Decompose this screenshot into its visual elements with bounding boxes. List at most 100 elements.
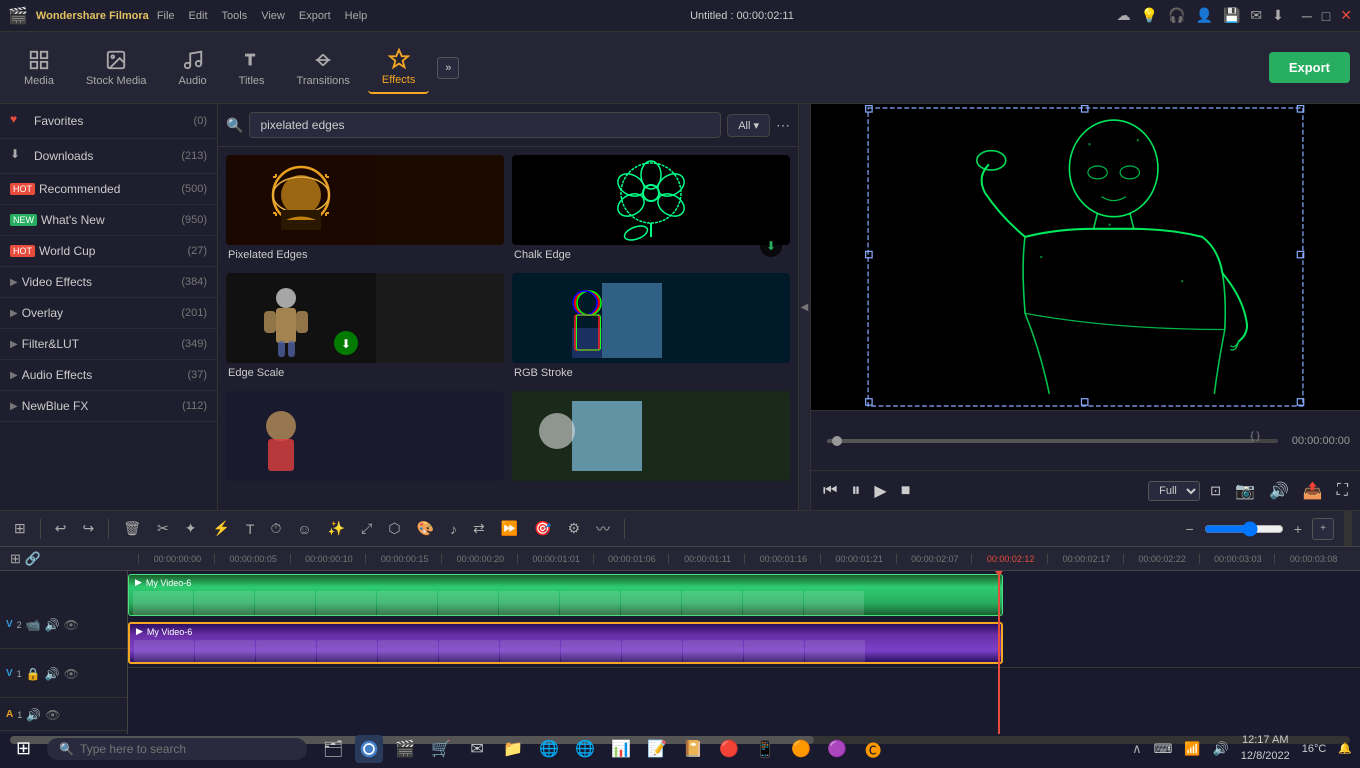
- effects-btn[interactable]: ✨: [322, 516, 351, 541]
- add-track-btn[interactable]: ⊞: [10, 551, 21, 567]
- taskbar-network-icon[interactable]: 📶: [1184, 741, 1200, 757]
- track-a1-eye-icon[interactable]: 👁: [45, 708, 60, 722]
- taskbar-app-misc3[interactable]: 🟠: [787, 735, 815, 763]
- pip-button[interactable]: ⊡: [1206, 479, 1225, 503]
- mask-btn[interactable]: ⬡: [382, 516, 406, 541]
- stabilize-btn[interactable]: 🎯: [528, 516, 557, 541]
- play-button[interactable]: ▶: [870, 477, 890, 505]
- taskbar-app-word[interactable]: 📝: [643, 735, 671, 763]
- time-btn[interactable]: ⏱: [264, 516, 287, 541]
- redo-btn[interactable]: ↪: [76, 516, 100, 541]
- resize-btn[interactable]: ⤢: [355, 516, 378, 541]
- text-btn[interactable]: T: [240, 517, 261, 541]
- taskbar-app-widgets[interactable]: 🗂: [319, 735, 347, 763]
- sidebar-item-downloads[interactable]: ⬇ Downloads (213): [0, 139, 217, 174]
- pause-button[interactable]: ⏸: [847, 476, 864, 505]
- effect-pixelated-edges[interactable]: Pixelated Edges: [226, 155, 504, 265]
- search-input[interactable]: [249, 112, 721, 138]
- taskbar-app-misc1[interactable]: 🔴: [715, 735, 743, 763]
- menu-view[interactable]: View: [261, 10, 285, 22]
- split-btn[interactable]: ⚡: [206, 516, 235, 541]
- taskbar-app-explorer[interactable]: 📁: [499, 735, 527, 763]
- sidebar-item-whats-new[interactable]: NEW What's New (950): [0, 205, 217, 236]
- track-a1-audio-icon[interactable]: 🔊: [26, 708, 41, 722]
- menu-export[interactable]: Export: [299, 10, 331, 22]
- taskbar-volume-icon[interactable]: 🔊: [1213, 741, 1229, 757]
- transition-btn[interactable]: ⇄: [467, 516, 491, 541]
- ai-effects-btn[interactable]: ⚙: [562, 516, 587, 541]
- snapshot-button[interactable]: 📷: [1231, 477, 1259, 505]
- taskbar-app-store[interactable]: 🛒: [427, 735, 455, 763]
- headset-icon[interactable]: 🎧: [1168, 7, 1185, 24]
- taskbar-app-filmora[interactable]: 🎬: [391, 735, 419, 763]
- layout-view-btn[interactable]: ⊞: [8, 516, 32, 541]
- taskbar-app-chrome[interactable]: 🌐: [535, 735, 563, 763]
- export-button[interactable]: Export: [1269, 52, 1350, 83]
- more-options-btn[interactable]: ⋯: [776, 117, 790, 134]
- timeline-playhead[interactable]: [998, 571, 1000, 734]
- taskbar-notification-icon[interactable]: 🔔: [1338, 742, 1352, 755]
- effect-edge-scale[interactable]: ⬇ Edge Scale: [226, 273, 504, 383]
- volume-button[interactable]: 🔊: [1265, 477, 1293, 505]
- tab-audio[interactable]: Audio: [165, 43, 221, 93]
- cloud-icon[interactable]: ☁: [1117, 7, 1131, 24]
- sidebar-item-overlay[interactable]: ▶ Overlay (201): [0, 298, 217, 329]
- sidebar-item-newblue-fx[interactable]: ▶ NewBlue FX (112): [0, 391, 217, 422]
- fit-timeline-btn[interactable]: +: [1312, 518, 1334, 540]
- taskbar-clock[interactable]: 12:17 AM 12/8/2022: [1241, 733, 1290, 764]
- track-v2-eye-icon[interactable]: 👁: [64, 618, 79, 632]
- track-v1-audio-icon[interactable]: 🔊: [45, 667, 60, 681]
- render-button[interactable]: 📤: [1299, 477, 1327, 505]
- undo-btn[interactable]: ↩: [49, 516, 73, 541]
- color-btn[interactable]: 🎨: [411, 516, 440, 541]
- minimize-btn[interactable]: ─: [1302, 8, 1312, 24]
- taskbar-app-misc4[interactable]: 🟣: [823, 735, 851, 763]
- track-v1-eye-icon[interactable]: 👁: [64, 667, 79, 681]
- close-btn[interactable]: ✕: [1340, 7, 1352, 24]
- maximize-btn[interactable]: □: [1322, 8, 1330, 24]
- tab-effects[interactable]: Effects: [368, 42, 429, 94]
- timeline-clip-v2[interactable]: ▶ My Video-6: [128, 574, 1003, 616]
- taskbar-app-excel[interactable]: 📊: [607, 735, 635, 763]
- taskbar-search[interactable]: 🔍: [47, 738, 307, 760]
- effect-5[interactable]: [226, 391, 504, 489]
- effect-chalk-edge[interactable]: ⬇ Chalk Edge: [512, 155, 790, 265]
- taskbar-app-cortana[interactable]: [355, 735, 383, 763]
- audio-btn[interactable]: ♪: [444, 517, 463, 541]
- delete-btn[interactable]: 🗑: [117, 516, 147, 541]
- menu-edit[interactable]: Edit: [189, 10, 208, 22]
- track-v1-lock-icon[interactable]: 🔒: [26, 667, 41, 681]
- sidebar-item-video-effects[interactable]: ▶ Video Effects (384): [0, 267, 217, 298]
- fullscreen-button[interactable]: ⛶: [1333, 478, 1352, 504]
- playback-slider[interactable]: { }: [827, 439, 1278, 443]
- link-track-btn[interactable]: 🔗: [25, 551, 41, 567]
- taskbar-app-misc5[interactable]: 🅒: [859, 735, 887, 763]
- zoom-in-btn[interactable]: +: [1288, 517, 1308, 541]
- expand-tabs-btn[interactable]: »: [437, 57, 459, 79]
- filter-button[interactable]: All ▾: [727, 114, 770, 137]
- tab-media[interactable]: Media: [10, 43, 68, 93]
- timeline-tracks-content[interactable]: ▶ My Video-6: [128, 571, 1360, 734]
- menu-help[interactable]: Help: [345, 10, 368, 22]
- sticker-btn[interactable]: ☺: [291, 517, 317, 541]
- sidebar-item-filter-lut[interactable]: ▶ Filter&LUT (349): [0, 329, 217, 360]
- sidebar-item-audio-effects[interactable]: ▶ Audio Effects (37): [0, 360, 217, 391]
- save-icon[interactable]: 💾: [1223, 7, 1240, 24]
- timeline-clip-v1[interactable]: ▶ My Video-6: [128, 622, 1003, 664]
- motion-btn[interactable]: 〰: [590, 515, 616, 543]
- taskbar-app-onenote[interactable]: 📔: [679, 735, 707, 763]
- effect-6[interactable]: [512, 391, 790, 489]
- taskbar-app-edge[interactable]: 🌐: [571, 735, 599, 763]
- tab-titles[interactable]: T Titles: [225, 43, 279, 93]
- cut-btn[interactable]: ✂: [151, 516, 175, 541]
- quality-select[interactable]: Full 1/2 1/4: [1148, 481, 1200, 501]
- taskbar-app-mail[interactable]: ✉: [463, 735, 491, 763]
- taskbar-search-input[interactable]: [80, 742, 295, 756]
- zoom-out-btn[interactable]: −: [1180, 517, 1200, 541]
- stop-button[interactable]: ■: [897, 478, 915, 504]
- download-icon[interactable]: ⬇: [1272, 7, 1284, 24]
- sidebar-item-world-cup[interactable]: HOT World Cup (27): [0, 236, 217, 267]
- lightbulb-icon[interactable]: 💡: [1141, 7, 1158, 24]
- tab-transitions[interactable]: Transitions: [283, 43, 364, 93]
- menu-file[interactable]: File: [157, 10, 175, 22]
